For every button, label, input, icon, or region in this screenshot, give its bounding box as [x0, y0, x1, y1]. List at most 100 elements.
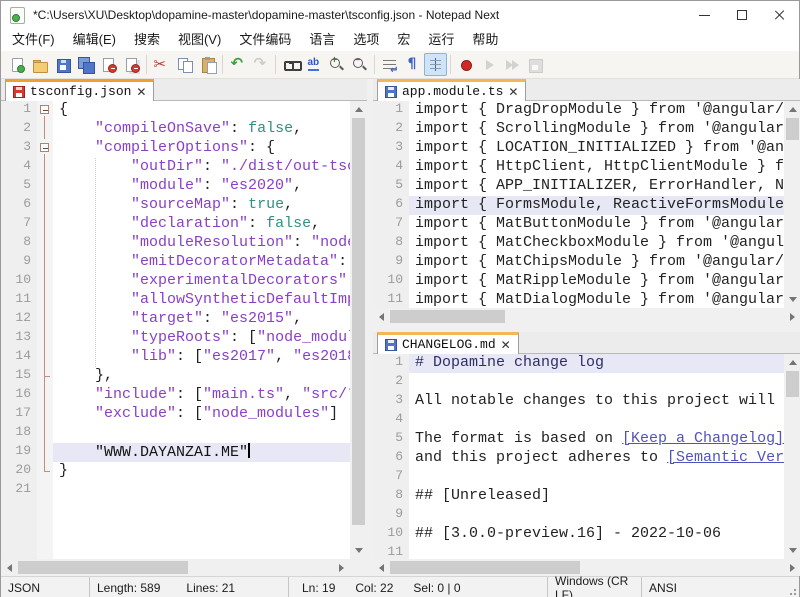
- code-line-19[interactable]: 19 "WWW.DAYANZAI.ME": [1, 443, 350, 462]
- code-line-8[interactable]: 8## [Unreleased]: [373, 487, 784, 506]
- code-line-4[interactable]: 4import { HttpClient, HttpClientModule }…: [373, 158, 784, 177]
- scroll-down-arrow[interactable]: [784, 542, 800, 559]
- scroll-right-arrow[interactable]: [784, 559, 800, 576]
- code-line-4[interactable]: 4: [373, 411, 784, 430]
- code-line-2[interactable]: 2 "compileOnSave": false,: [1, 120, 350, 139]
- code-line-2[interactable]: 2import { ScrollingModule } from '@angul…: [373, 120, 784, 139]
- code-line-10[interactable]: 10## [3.0.0-preview.16] - 2022-10-06: [373, 525, 784, 544]
- scroll-right-arrow[interactable]: [784, 308, 800, 325]
- menu-item-edit[interactable]: 编辑(E): [64, 29, 125, 51]
- zoom-out-button[interactable]: [348, 53, 371, 76]
- scroll-thumb[interactable]: [18, 561, 188, 574]
- paste-button[interactable]: [196, 53, 219, 76]
- code-line-3[interactable]: 3All notable changes to this project wil…: [373, 392, 784, 411]
- menu-item-view[interactable]: 视图(V): [169, 29, 230, 51]
- fold-toggle-icon[interactable]: [37, 101, 53, 120]
- top-right-vertical-scrollbar[interactable]: [784, 101, 800, 308]
- menu-item-macro[interactable]: 宏: [388, 29, 419, 51]
- code-line-9[interactable]: 9 "emitDecoratorMetadata": false,: [1, 253, 350, 272]
- code-line-20[interactable]: 20}: [1, 462, 350, 481]
- code-line-5[interactable]: 5 "module": "es2020",: [1, 177, 350, 196]
- code-line-8[interactable]: 8import { MatCheckboxModule } from '@ang…: [373, 234, 784, 253]
- scroll-thumb[interactable]: [786, 118, 799, 140]
- find-button[interactable]: [279, 53, 302, 76]
- code-line-14[interactable]: 14 "lib": ["es2017", "es2018"]: [1, 348, 350, 367]
- menu-item-help[interactable]: 帮助: [463, 29, 507, 51]
- top-right-horizontal-scrollbar[interactable]: [373, 308, 800, 325]
- show-all-characters-button[interactable]: [401, 53, 424, 76]
- fold-toggle-icon[interactable]: [37, 139, 53, 158]
- code-line-3[interactable]: 3import { LOCATION_INITIALIZED } from '@…: [373, 139, 784, 158]
- undo-button[interactable]: [226, 53, 249, 76]
- open-file-button[interactable]: [28, 53, 51, 76]
- scroll-up-arrow[interactable]: [784, 354, 800, 371]
- scroll-up-arrow[interactable]: [784, 101, 800, 118]
- code-line-6[interactable]: 6 "sourceMap": true,: [1, 196, 350, 215]
- scroll-thumb[interactable]: [390, 310, 505, 323]
- scroll-right-arrow[interactable]: [333, 559, 350, 576]
- code-line-5[interactable]: 5The format is based on [Keep a Changelo…: [373, 430, 784, 449]
- zoom-in-button[interactable]: [325, 53, 348, 76]
- code-line-4[interactable]: 4 "outDir": "./dist/out-tsc",: [1, 158, 350, 177]
- code-line-18[interactable]: 18: [1, 424, 350, 443]
- maximize-button[interactable]: [723, 1, 761, 29]
- close-all-button[interactable]: [120, 53, 143, 76]
- tsconfig-editor[interactable]: 1{2 "compileOnSave": false,3 "compilerOp…: [1, 101, 367, 559]
- copy-button[interactable]: [173, 53, 196, 76]
- scroll-left-arrow[interactable]: [373, 308, 390, 325]
- menu-item-run[interactable]: 运行: [419, 29, 463, 51]
- code-line-6[interactable]: 6and this project adheres to [Semantic V…: [373, 449, 784, 468]
- bottom-right-vertical-scrollbar[interactable]: [784, 354, 800, 559]
- code-line-11[interactable]: 11 "allowSyntheticDefaultImports": true,: [1, 291, 350, 310]
- tab-changelog-md[interactable]: CHANGELOG.md ✕: [377, 332, 519, 354]
- code-line-5[interactable]: 5import { APP_INITIALIZER, ErrorHandler,…: [373, 177, 784, 196]
- minimize-button[interactable]: [685, 1, 723, 29]
- code-line-2[interactable]: 2: [373, 373, 784, 392]
- code-line-1[interactable]: 1import { DragDropModule } from '@angula…: [373, 101, 784, 120]
- code-line-7[interactable]: 7import { MatButtonModule } from '@angul…: [373, 215, 784, 234]
- left-horizontal-scrollbar[interactable]: [1, 559, 350, 576]
- scroll-up-arrow[interactable]: [350, 101, 367, 118]
- tab-close-icon[interactable]: ✕: [136, 86, 146, 98]
- code-line-10[interactable]: 10 "experimentalDecorators": true,: [1, 272, 350, 291]
- menu-item-options[interactable]: 选项: [344, 29, 388, 51]
- close-button[interactable]: [97, 53, 120, 76]
- tab-close-icon[interactable]: ✕: [508, 86, 518, 98]
- code-line-3[interactable]: 3 "compilerOptions": {: [1, 139, 350, 158]
- code-line-9[interactable]: 9: [373, 506, 784, 525]
- save-all-button[interactable]: [74, 53, 97, 76]
- menu-item-language[interactable]: 语言: [300, 29, 344, 51]
- close-button[interactable]: [761, 1, 799, 29]
- tab-close-icon[interactable]: ✕: [501, 339, 511, 351]
- replace-button[interactable]: [302, 53, 325, 76]
- new-file-button[interactable]: [5, 53, 28, 76]
- save-button[interactable]: [51, 53, 74, 76]
- code-line-11[interactable]: 11: [373, 544, 784, 559]
- scroll-left-arrow[interactable]: [1, 559, 18, 576]
- code-line-10[interactable]: 10import { MatRippleModule } from '@angu…: [373, 272, 784, 291]
- left-vertical-scrollbar[interactable]: [350, 101, 367, 559]
- record-macro-button[interactable]: [454, 53, 477, 76]
- code-line-17[interactable]: 17 "exclude": ["node_modules"]: [1, 405, 350, 424]
- menu-item-search[interactable]: 搜索: [125, 29, 169, 51]
- scroll-down-arrow[interactable]: [784, 291, 800, 308]
- tab-app-module-ts[interactable]: app.module.ts ✕: [377, 79, 526, 101]
- code-line-21[interactable]: 21: [1, 481, 350, 500]
- scroll-thumb[interactable]: [786, 371, 799, 397]
- code-line-16[interactable]: 16 "include": ["main.ts", "src/**/*.d.ts…: [1, 386, 350, 405]
- code-line-7[interactable]: 7: [373, 468, 784, 487]
- code-line-7[interactable]: 7 "declaration": false,: [1, 215, 350, 234]
- code-line-12[interactable]: 12 "target": "es2015",: [1, 310, 350, 329]
- code-line-8[interactable]: 8 "moduleResolution": "node",: [1, 234, 350, 253]
- code-line-1[interactable]: 1# Dopamine change log: [373, 354, 784, 373]
- code-line-11[interactable]: 11import { MatDialogModule } from '@angu…: [373, 291, 784, 308]
- code-line-13[interactable]: 13 "typeRoots": ["node_modules/@types"],: [1, 329, 350, 348]
- code-line-15[interactable]: 15 },: [1, 367, 350, 386]
- cut-button[interactable]: [150, 53, 173, 76]
- code-line-9[interactable]: 9import { MatChipsModule } from '@angula…: [373, 253, 784, 272]
- app-module-editor[interactable]: 1import { DragDropModule } from '@angula…: [373, 101, 800, 308]
- scroll-left-arrow[interactable]: [373, 559, 390, 576]
- code-line-6[interactable]: 6import { FormsModule, ReactiveFormsModu…: [373, 196, 784, 215]
- scroll-thumb[interactable]: [352, 118, 365, 525]
- resize-grip[interactable]: [785, 577, 799, 597]
